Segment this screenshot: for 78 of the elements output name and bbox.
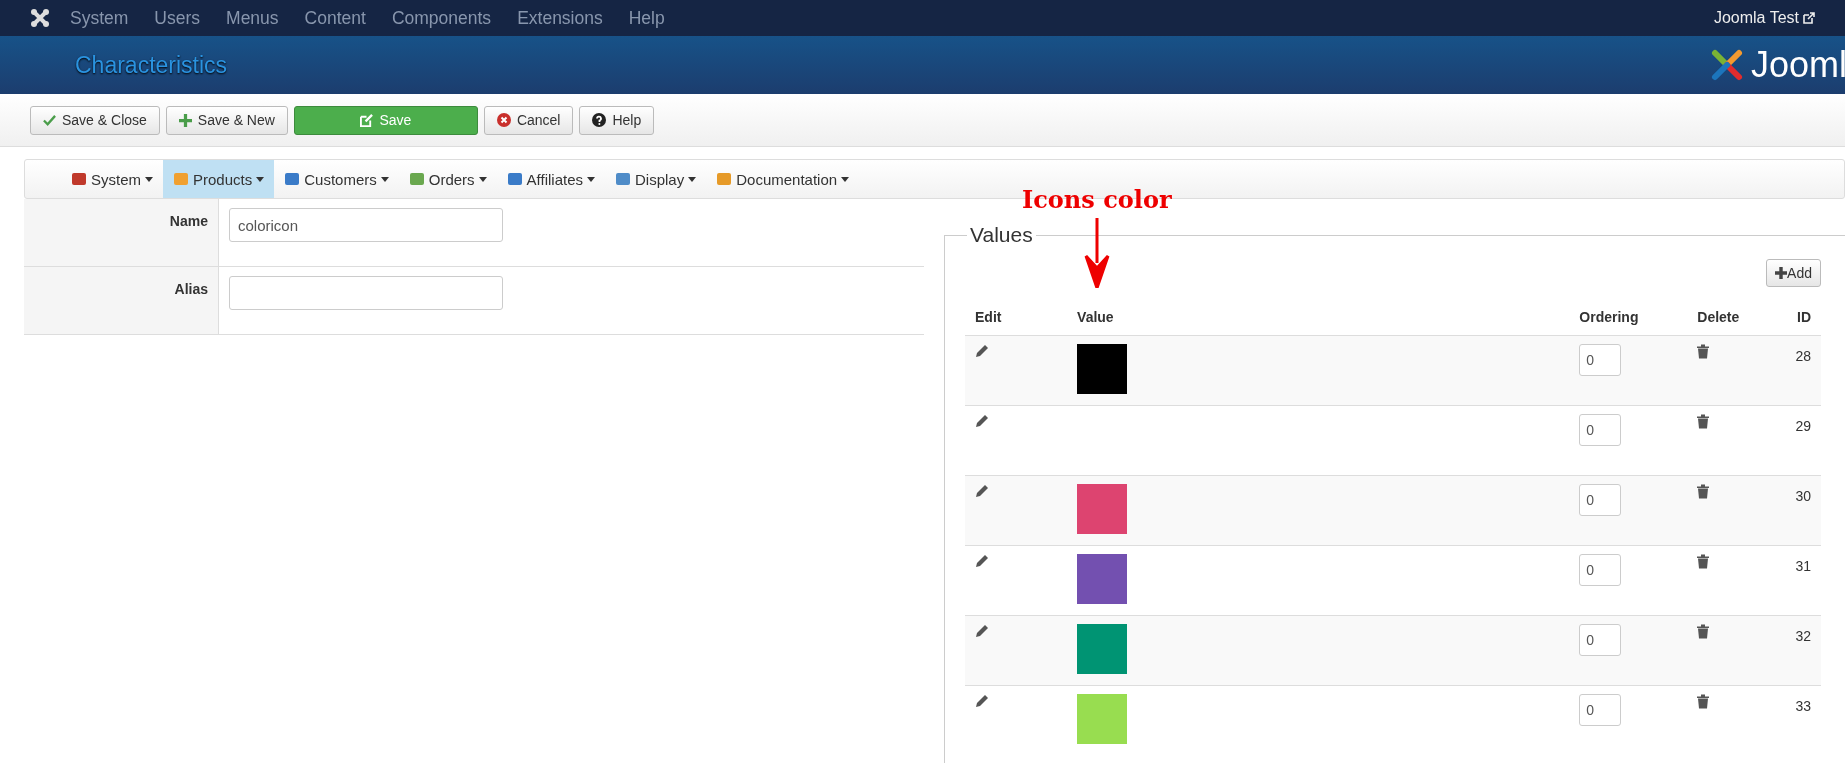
pencil-icon[interactable]	[975, 624, 989, 638]
panel-legend: Values	[967, 223, 1036, 247]
add-button[interactable]: Add	[1766, 259, 1821, 287]
top-menu-item[interactable]: Menus	[226, 7, 279, 29]
top-menu-item[interactable]: Content	[304, 7, 366, 29]
column-header: ID	[1797, 309, 1811, 325]
pencil-icon[interactable]	[975, 344, 989, 358]
caret-icon	[380, 176, 389, 182]
menu-item-icon	[173, 171, 189, 187]
field-label: Alias	[174, 281, 208, 297]
caret-icon	[587, 176, 595, 182]
id-cell: 32	[1795, 628, 1811, 644]
toolbar-button[interactable]: Save & Close	[30, 105, 160, 135]
caret-icon	[688, 176, 697, 182]
caret-icon	[256, 176, 265, 182]
id-cell: 31	[1795, 558, 1811, 574]
top-menu-item[interactable]: Users	[154, 7, 201, 29]
pencil-icon[interactable]	[975, 694, 989, 708]
column-header: Delete	[1697, 309, 1740, 325]
ordering-input[interactable]: 0	[1579, 554, 1622, 586]
toolbar-button[interactable]: Help	[579, 105, 655, 135]
submenu-item[interactable]: Affiliates	[496, 160, 605, 198]
ordering-input[interactable]: 0	[1579, 624, 1622, 656]
trash-icon[interactable]	[1697, 624, 1710, 639]
menu-item-icon	[284, 171, 301, 187]
check-icon	[43, 113, 56, 127]
edit-icon	[360, 113, 374, 127]
menu-item-icon	[506, 171, 523, 187]
id-cell: 30	[1795, 488, 1811, 504]
caret-icon	[145, 176, 153, 182]
page-title: Characteristics	[75, 51, 228, 79]
field-label: Name	[169, 213, 208, 229]
submenu-item[interactable]: Orders	[398, 160, 497, 198]
plus-icon	[1775, 267, 1788, 279]
submenu-item[interactable]: Documentation	[706, 160, 860, 198]
id-cell: 29	[1795, 418, 1811, 434]
pencil-icon[interactable]	[975, 484, 989, 498]
top-menu-item[interactable]: Extensions	[517, 7, 603, 29]
trash-icon[interactable]	[1697, 414, 1710, 429]
caret-icon	[841, 176, 850, 182]
annotation-text: Icons color	[1022, 185, 1172, 214]
trash-icon[interactable]	[1697, 554, 1710, 569]
column-header: Value	[1077, 309, 1114, 325]
trash-icon[interactable]	[1697, 344, 1710, 359]
submenu-item[interactable]: System	[61, 160, 163, 198]
submenu-item[interactable]: Display	[605, 160, 707, 198]
menu-item-icon	[71, 171, 87, 187]
menu-item-icon	[408, 171, 425, 187]
plus-icon	[178, 113, 192, 127]
submenu-item[interactable]: Products	[163, 160, 275, 198]
top-menu-item[interactable]: Components	[391, 7, 492, 29]
pencil-icon[interactable]	[975, 414, 989, 428]
help-icon	[592, 113, 607, 127]
column-header: Edit	[975, 309, 1002, 325]
ordering-input[interactable]: 0	[1579, 484, 1622, 516]
column-header: Ordering	[1579, 309, 1639, 325]
trash-icon[interactable]	[1697, 484, 1710, 499]
logo-text: Jooml	[1750, 44, 1845, 86]
cancel-icon	[496, 113, 511, 127]
menu-item-icon	[615, 171, 631, 187]
ordering-input[interactable]: 0	[1579, 414, 1622, 446]
id-cell: 33	[1795, 698, 1811, 714]
menu-item-icon	[716, 171, 733, 187]
toolbar-button[interactable]: Save & New	[165, 105, 288, 135]
trash-icon[interactable]	[1697, 694, 1710, 709]
top-menu-item[interactable]: Help	[628, 7, 665, 29]
caret-icon	[478, 176, 487, 182]
text-input[interactable]: coloricon	[229, 208, 503, 242]
pencil-icon[interactable]	[975, 554, 989, 568]
id-cell: 28	[1795, 348, 1811, 364]
text-input[interactable]	[229, 276, 503, 310]
ordering-input[interactable]: 0	[1579, 344, 1622, 376]
ordering-input[interactable]: 0	[1579, 694, 1622, 726]
toolbar-button[interactable]: Cancel	[483, 105, 574, 135]
top-menu-item[interactable]: System	[70, 7, 129, 29]
submenu-item[interactable]: Customers	[274, 160, 399, 198]
site-link[interactable]: Joomla Test	[1713, 9, 1799, 27]
external-link-icon	[1803, 12, 1815, 24]
